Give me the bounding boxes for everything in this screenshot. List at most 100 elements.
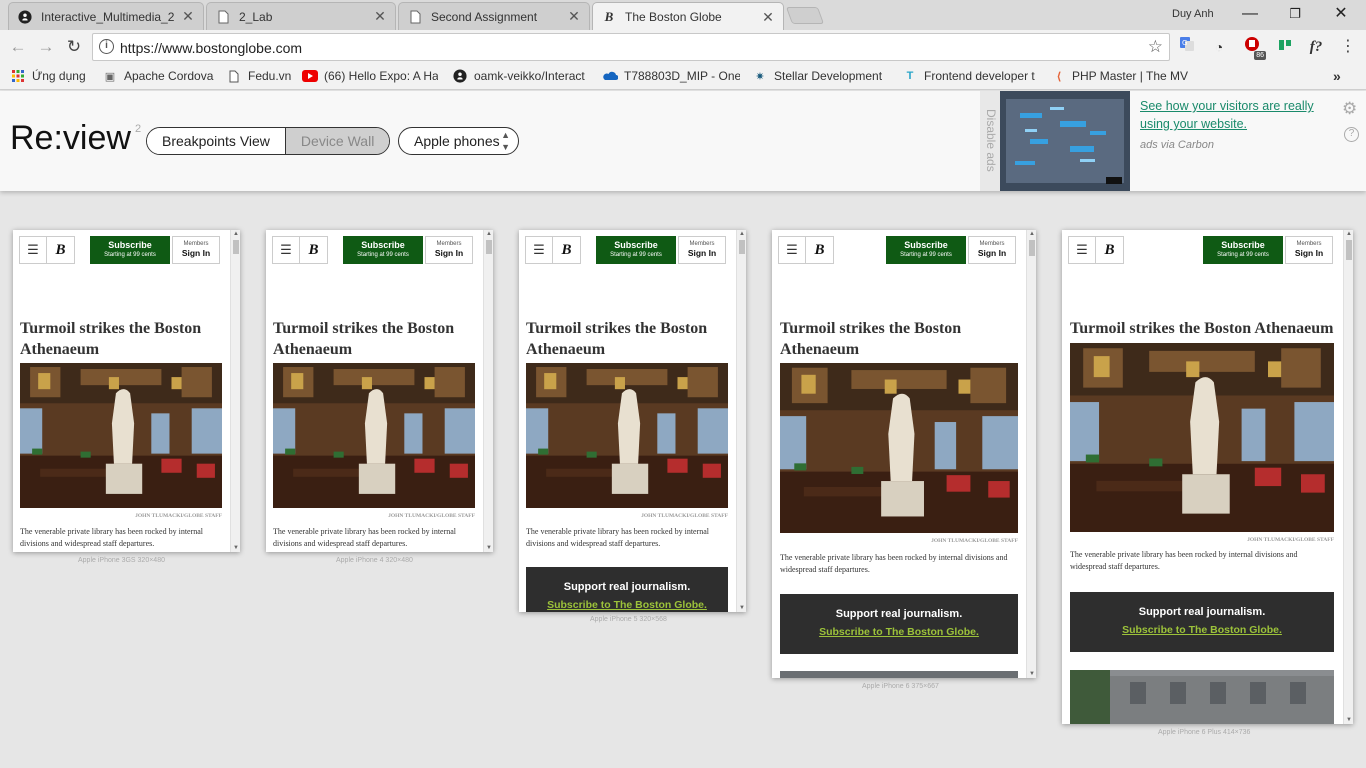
scroll-down-icon[interactable]: ▼ bbox=[1346, 717, 1352, 723]
athenaeum-photo[interactable] bbox=[1070, 343, 1334, 532]
subscribe-button[interactable]: Subscribe Starting at 99 cents bbox=[1203, 236, 1283, 264]
back-icon[interactable]: ← bbox=[7, 36, 29, 58]
bookmark-apps[interactable]: Ứng dụng bbox=[10, 68, 86, 84]
hamburger-icon[interactable]: ☰ bbox=[1068, 236, 1096, 264]
translate-icon[interactable]: G bbox=[1176, 36, 1198, 58]
gear-icon[interactable]: ⚙ bbox=[1342, 99, 1357, 119]
bookmark-oamk-veikko[interactable]: oamk-veikko/Interact bbox=[452, 68, 590, 84]
formula-icon[interactable]: f? bbox=[1305, 36, 1327, 58]
scrollbar-thumb[interactable] bbox=[233, 240, 239, 254]
forward-icon[interactable]: → bbox=[35, 36, 57, 58]
boston-globe-logo[interactable]: B bbox=[553, 236, 581, 264]
scroll-up-icon[interactable]: ▲ bbox=[1029, 231, 1035, 237]
close-icon[interactable]: ✕ bbox=[373, 8, 387, 25]
reload-icon[interactable]: ↻ bbox=[63, 36, 85, 58]
help-icon[interactable]: ? bbox=[1344, 127, 1359, 142]
ublock-icon[interactable]: 86 bbox=[1241, 36, 1266, 60]
scrollbar[interactable]: ▲ ▼ bbox=[483, 230, 493, 552]
minimize-icon[interactable]: — bbox=[1240, 4, 1260, 24]
sign-in-button[interactable]: Members Sign In bbox=[968, 236, 1016, 264]
new-tab-button[interactable] bbox=[785, 7, 825, 24]
subscribe-button[interactable]: Subscribe Starting at 99 cents bbox=[886, 236, 966, 264]
bookmark-apache-cordova[interactable]: ▣ Apache Cordova bbox=[102, 68, 214, 84]
device-frame-iphone-6[interactable]: ☰ B Subscribe Starting at 99 cents Membe… bbox=[772, 230, 1036, 678]
close-icon[interactable]: ✕ bbox=[761, 9, 775, 26]
profile-name[interactable]: Duy Anh bbox=[1172, 8, 1214, 20]
close-icon[interactable]: ✕ bbox=[181, 8, 195, 25]
ad-image[interactable] bbox=[1000, 91, 1130, 191]
athenaeum-photo[interactable] bbox=[526, 363, 728, 508]
building-photo[interactable] bbox=[780, 671, 1018, 678]
scrollbar-thumb[interactable] bbox=[486, 240, 492, 254]
scrollbar-thumb[interactable] bbox=[1346, 240, 1352, 260]
promo-subscribe-link[interactable]: Subscribe to The Boston Globe. bbox=[1070, 624, 1334, 636]
scrollbar[interactable]: ▲ ▼ bbox=[1343, 230, 1353, 724]
bookmark-php-master[interactable]: ⟨ PHP Master | The MV bbox=[1052, 68, 1188, 84]
scrollbar[interactable]: ▲ ▼ bbox=[230, 230, 240, 552]
article-headline[interactable]: Turmoil strikes the Boston Athenaeum bbox=[1070, 318, 1340, 339]
close-window-icon[interactable]: ✕ bbox=[1331, 4, 1351, 24]
device-frame-iphone-6-plus[interactable]: ☰ B Subscribe Starting at 99 cents Membe… bbox=[1062, 230, 1353, 724]
tab-boston-globe[interactable]: B The Boston Globe ✕ bbox=[592, 2, 784, 31]
boston-globe-logo[interactable]: B bbox=[1096, 236, 1124, 264]
scroll-down-icon[interactable]: ▼ bbox=[486, 545, 492, 551]
hamburger-icon[interactable]: ☰ bbox=[19, 236, 47, 264]
boston-globe-logo[interactable]: B bbox=[300, 236, 328, 264]
bookmark-fedu[interactable]: Fedu.vn bbox=[226, 68, 292, 84]
info-icon[interactable]: i bbox=[99, 39, 114, 54]
close-icon[interactable]: ✕ bbox=[567, 8, 581, 25]
device-wall-button[interactable]: Device Wall bbox=[284, 128, 390, 154]
athenaeum-photo[interactable] bbox=[273, 363, 475, 508]
hamburger-icon[interactable]: ☰ bbox=[778, 236, 806, 264]
speed-icon[interactable]: ◔ bbox=[1208, 36, 1230, 58]
article-headline[interactable]: Turmoil strikes the Boston Athenaeum bbox=[526, 318, 726, 360]
article-headline[interactable]: Turmoil strikes the Boston Athenaeum bbox=[273, 318, 473, 360]
building-photo[interactable] bbox=[1070, 670, 1334, 724]
device-group-select[interactable]: Apple phones ▲ ▼ bbox=[398, 127, 519, 155]
promo-subscribe-link[interactable]: Subscribe to The Boston Globe. bbox=[526, 599, 728, 611]
subscribe-button[interactable]: Subscribe Starting at 99 cents bbox=[343, 236, 423, 264]
url-text[interactable]: https://www.bostonglobe.com bbox=[120, 40, 302, 56]
article-headline[interactable]: Turmoil strikes the Boston Athenaeum bbox=[780, 318, 980, 360]
scroll-down-icon[interactable]: ▼ bbox=[1029, 671, 1035, 677]
sign-in-button[interactable]: Members Sign In bbox=[425, 236, 473, 264]
tab-2-lab[interactable]: 2_Lab ✕ bbox=[206, 2, 396, 30]
scroll-up-icon[interactable]: ▲ bbox=[486, 231, 492, 237]
menu-dots-icon[interactable]: ⋮ bbox=[1337, 36, 1359, 58]
ad-link[interactable]: See how your visitors are really using y… bbox=[1140, 97, 1325, 133]
boston-globe-logo[interactable]: B bbox=[47, 236, 75, 264]
scrollbar-thumb[interactable] bbox=[739, 240, 745, 254]
address-bar[interactable]: i https://www.bostonglobe.com ☆ bbox=[92, 33, 1170, 61]
tab-interactive-multimedia[interactable]: Interactive_Multimedia_2 ✕ bbox=[8, 2, 204, 30]
disable-ads-button[interactable]: Disable ads bbox=[980, 91, 1000, 191]
tab-second-assignment[interactable]: Second Assignment ✕ bbox=[398, 2, 590, 30]
promo-subscribe-link[interactable]: Subscribe to The Boston Globe. bbox=[780, 626, 1018, 638]
bookmark-onedrive[interactable]: T788803D_MIP - One bbox=[602, 68, 740, 84]
scroll-up-icon[interactable]: ▲ bbox=[233, 231, 239, 237]
scroll-down-icon[interactable]: ▼ bbox=[233, 545, 239, 551]
scroll-down-icon[interactable]: ▼ bbox=[739, 605, 745, 611]
hamburger-icon[interactable]: ☰ bbox=[525, 236, 553, 264]
bookmark-stellar[interactable]: ✷ Stellar Development bbox=[752, 68, 888, 84]
bookmark-hello-expo[interactable]: (66) Hello Expo: A Ha bbox=[302, 68, 438, 84]
athenaeum-photo[interactable] bbox=[780, 363, 1018, 533]
scroll-up-icon[interactable]: ▲ bbox=[1346, 231, 1352, 237]
extension-green-icon[interactable] bbox=[1274, 36, 1296, 58]
boston-globe-logo[interactable]: B bbox=[806, 236, 834, 264]
device-frame-iphone-4[interactable]: ☰ B Subscribe Starting at 99 cents Membe… bbox=[266, 230, 493, 552]
breakpoints-view-button[interactable]: Breakpoints View bbox=[147, 128, 285, 154]
bookmarks-overflow-button[interactable]: » bbox=[1333, 68, 1341, 84]
scrollbar[interactable]: ▲ ▼ bbox=[1026, 230, 1036, 678]
subscribe-button[interactable]: Subscribe Starting at 99 cents bbox=[90, 236, 170, 264]
bookmark-frontend-developer[interactable]: T Frontend developer t bbox=[902, 68, 1040, 84]
sign-in-button[interactable]: Members Sign In bbox=[1285, 236, 1333, 264]
star-icon[interactable]: ☆ bbox=[1148, 37, 1163, 57]
scroll-up-icon[interactable]: ▲ bbox=[739, 231, 745, 237]
subscribe-button[interactable]: Subscribe Starting at 99 cents bbox=[596, 236, 676, 264]
article-headline[interactable]: Turmoil strikes the Boston Athenaeum bbox=[20, 318, 220, 360]
hamburger-icon[interactable]: ☰ bbox=[272, 236, 300, 264]
restore-icon[interactable]: ❐ bbox=[1285, 4, 1305, 24]
device-frame-iphone-3gs[interactable]: ☰ B Subscribe Starting at 99 cents Membe… bbox=[13, 230, 240, 552]
athenaeum-photo[interactable] bbox=[20, 363, 222, 508]
device-frame-iphone-5[interactable]: ☰ B Subscribe Starting at 99 cents Membe… bbox=[519, 230, 746, 612]
